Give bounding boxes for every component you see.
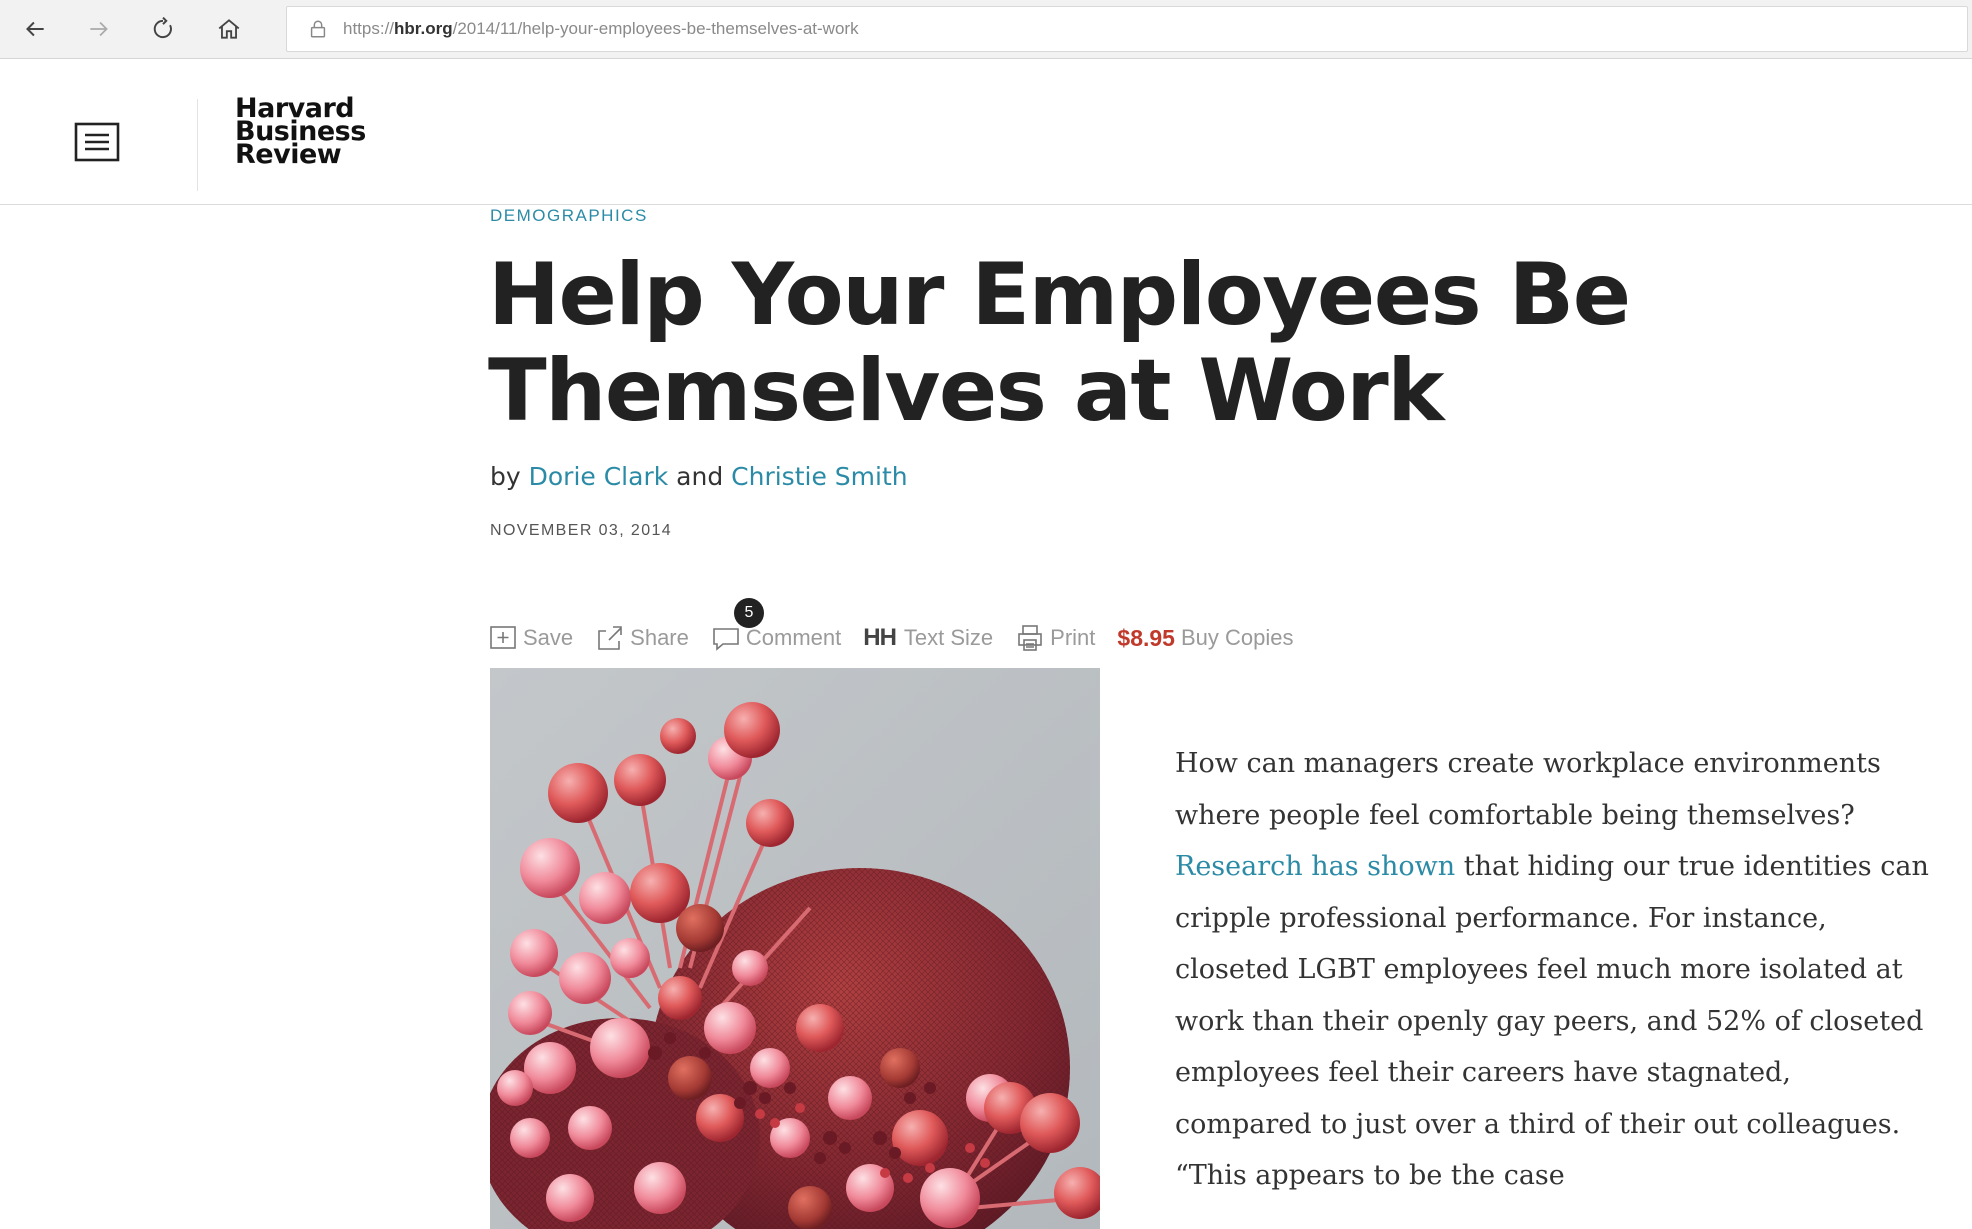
research-link[interactable]: Research has shown	[1175, 851, 1455, 882]
save-label: Save	[523, 625, 574, 650]
byline-by: by	[490, 462, 521, 491]
arrow-left-icon[interactable]	[16, 10, 54, 48]
browser-toolbar: https://hbr.org/2014/11/help-your-employ…	[0, 0, 1972, 59]
hbr-logo[interactable]: Harvard Business Review	[235, 95, 366, 168]
refresh-icon[interactable]	[144, 10, 182, 48]
buy-copies-button[interactable]: $8.95 Buy Copies	[1117, 625, 1293, 652]
menu-icon[interactable]	[74, 122, 120, 162]
comment-button[interactable]: Comment	[711, 623, 841, 653]
site-header: Harvard Business Review	[0, 59, 1972, 205]
buy-copies-label: Buy Copies	[1180, 625, 1294, 650]
price: $8.95	[1117, 624, 1175, 651]
lock-icon	[310, 20, 326, 38]
hero-image	[490, 668, 1100, 1229]
comment-count-badge: 5	[734, 598, 764, 628]
byline: by Dorie Clark and Christie Smith	[490, 462, 908, 491]
text-size-button[interactable]: HH Text Size	[863, 624, 993, 652]
share-button[interactable]: Share	[595, 623, 689, 653]
category-link[interactable]: DEMOGRAPHICS	[490, 206, 648, 226]
author-link-dorie-clark[interactable]: Dorie Clark	[529, 462, 669, 491]
text-size-icon: HH	[863, 624, 897, 651]
url-text: https://hbr.org/2014/11/help-your-employ…	[343, 19, 859, 38]
print-label: Print	[1050, 625, 1096, 650]
comment-icon	[713, 628, 739, 651]
article-toolbar: Save Share Comment 5 HH Text Size Print …	[488, 598, 1316, 658]
body-text: that hiding our true identities can crip…	[1175, 851, 1929, 1191]
article-body-paragraph: How can managers create workplace enviro…	[1175, 738, 1935, 1202]
header-divider	[197, 99, 198, 191]
comment-label: Comment	[745, 625, 842, 650]
body-text: How can managers create workplace enviro…	[1175, 748, 1881, 831]
save-button[interactable]: Save	[488, 623, 573, 653]
title-line: Help Your Employees Be	[488, 245, 1631, 345]
arrow-right-icon[interactable]	[80, 10, 118, 48]
publish-date: NOVEMBER 03, 2014	[490, 522, 673, 539]
author-link-christie-smith[interactable]: Christie Smith	[731, 462, 907, 491]
print-button[interactable]: Print	[1015, 623, 1095, 653]
print-icon	[1018, 625, 1042, 651]
title-line: Themselves at Work	[488, 341, 1444, 441]
save-icon	[490, 626, 516, 649]
byline-and: and	[676, 462, 724, 491]
home-icon[interactable]	[210, 10, 248, 48]
text-size-label: Text Size	[903, 625, 994, 650]
address-bar[interactable]: https://hbr.org/2014/11/help-your-employ…	[286, 6, 1968, 52]
article-title: Help Your Employees Be Themselves at Wor…	[488, 247, 1788, 439]
share-icon	[598, 626, 622, 650]
share-label: Share	[630, 625, 689, 650]
